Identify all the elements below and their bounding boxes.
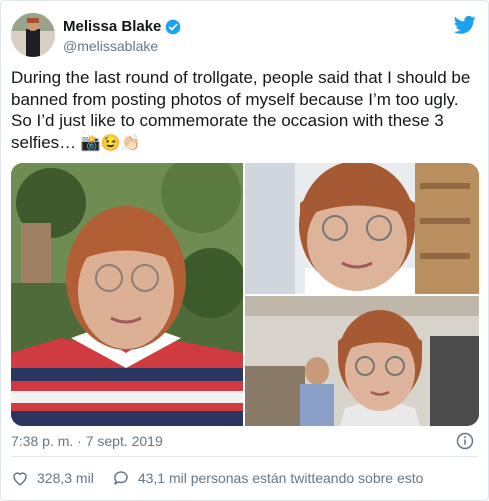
- display-name[interactable]: Melissa Blake: [63, 18, 161, 35]
- twitter-bird-icon[interactable]: [454, 15, 476, 35]
- tweet-emojis: 📸😉👏🏻: [80, 134, 141, 152]
- selfie-photo-3[interactable]: [245, 296, 479, 426]
- heart-icon: [13, 472, 27, 486]
- avatar[interactable]: [11, 13, 55, 57]
- like-button[interactable]: 328,3 mil: [11, 469, 94, 487]
- tweet-actions: 328,3 mil 43,1 mil personas están twitte…: [11, 469, 423, 487]
- author-block: Melissa Blake @melissablake: [63, 18, 181, 54]
- tweet-body: During the last round of trollgate, peop…: [11, 68, 471, 152]
- info-icon[interactable]: [456, 432, 474, 450]
- tweet-text: During the last round of trollgate, peop…: [11, 67, 479, 154]
- conversation-button[interactable]: 43,1 mil personas están twitteando sobre…: [112, 469, 424, 487]
- tweet-header: Melissa Blake @melissablake: [11, 13, 476, 59]
- tweet-timestamp[interactable]: 7:38 p. m. · 7 sept. 2019: [11, 433, 163, 449]
- tweet-card: Melissa Blake @melissablake During the l…: [0, 0, 489, 501]
- author-handle[interactable]: @melissablake: [63, 38, 181, 54]
- selfie-photo-3-image: [245, 296, 479, 426]
- avatar-image: [11, 13, 55, 57]
- verified-badge-icon: [166, 19, 181, 34]
- media-grid: [11, 163, 479, 426]
- conversation-text: 43,1 mil personas están twitteando sobre…: [137, 470, 424, 486]
- selfie-photo-2[interactable]: [245, 163, 479, 294]
- selfie-photo-1-image: [11, 163, 243, 426]
- like-count: 328,3 mil: [37, 470, 94, 486]
- selfie-photo-1[interactable]: [11, 163, 243, 426]
- name-row: Melissa Blake: [63, 18, 181, 35]
- speech-bubble-icon: [114, 471, 128, 485]
- selfie-photo-2-image: [245, 163, 479, 294]
- divider: [11, 456, 478, 457]
